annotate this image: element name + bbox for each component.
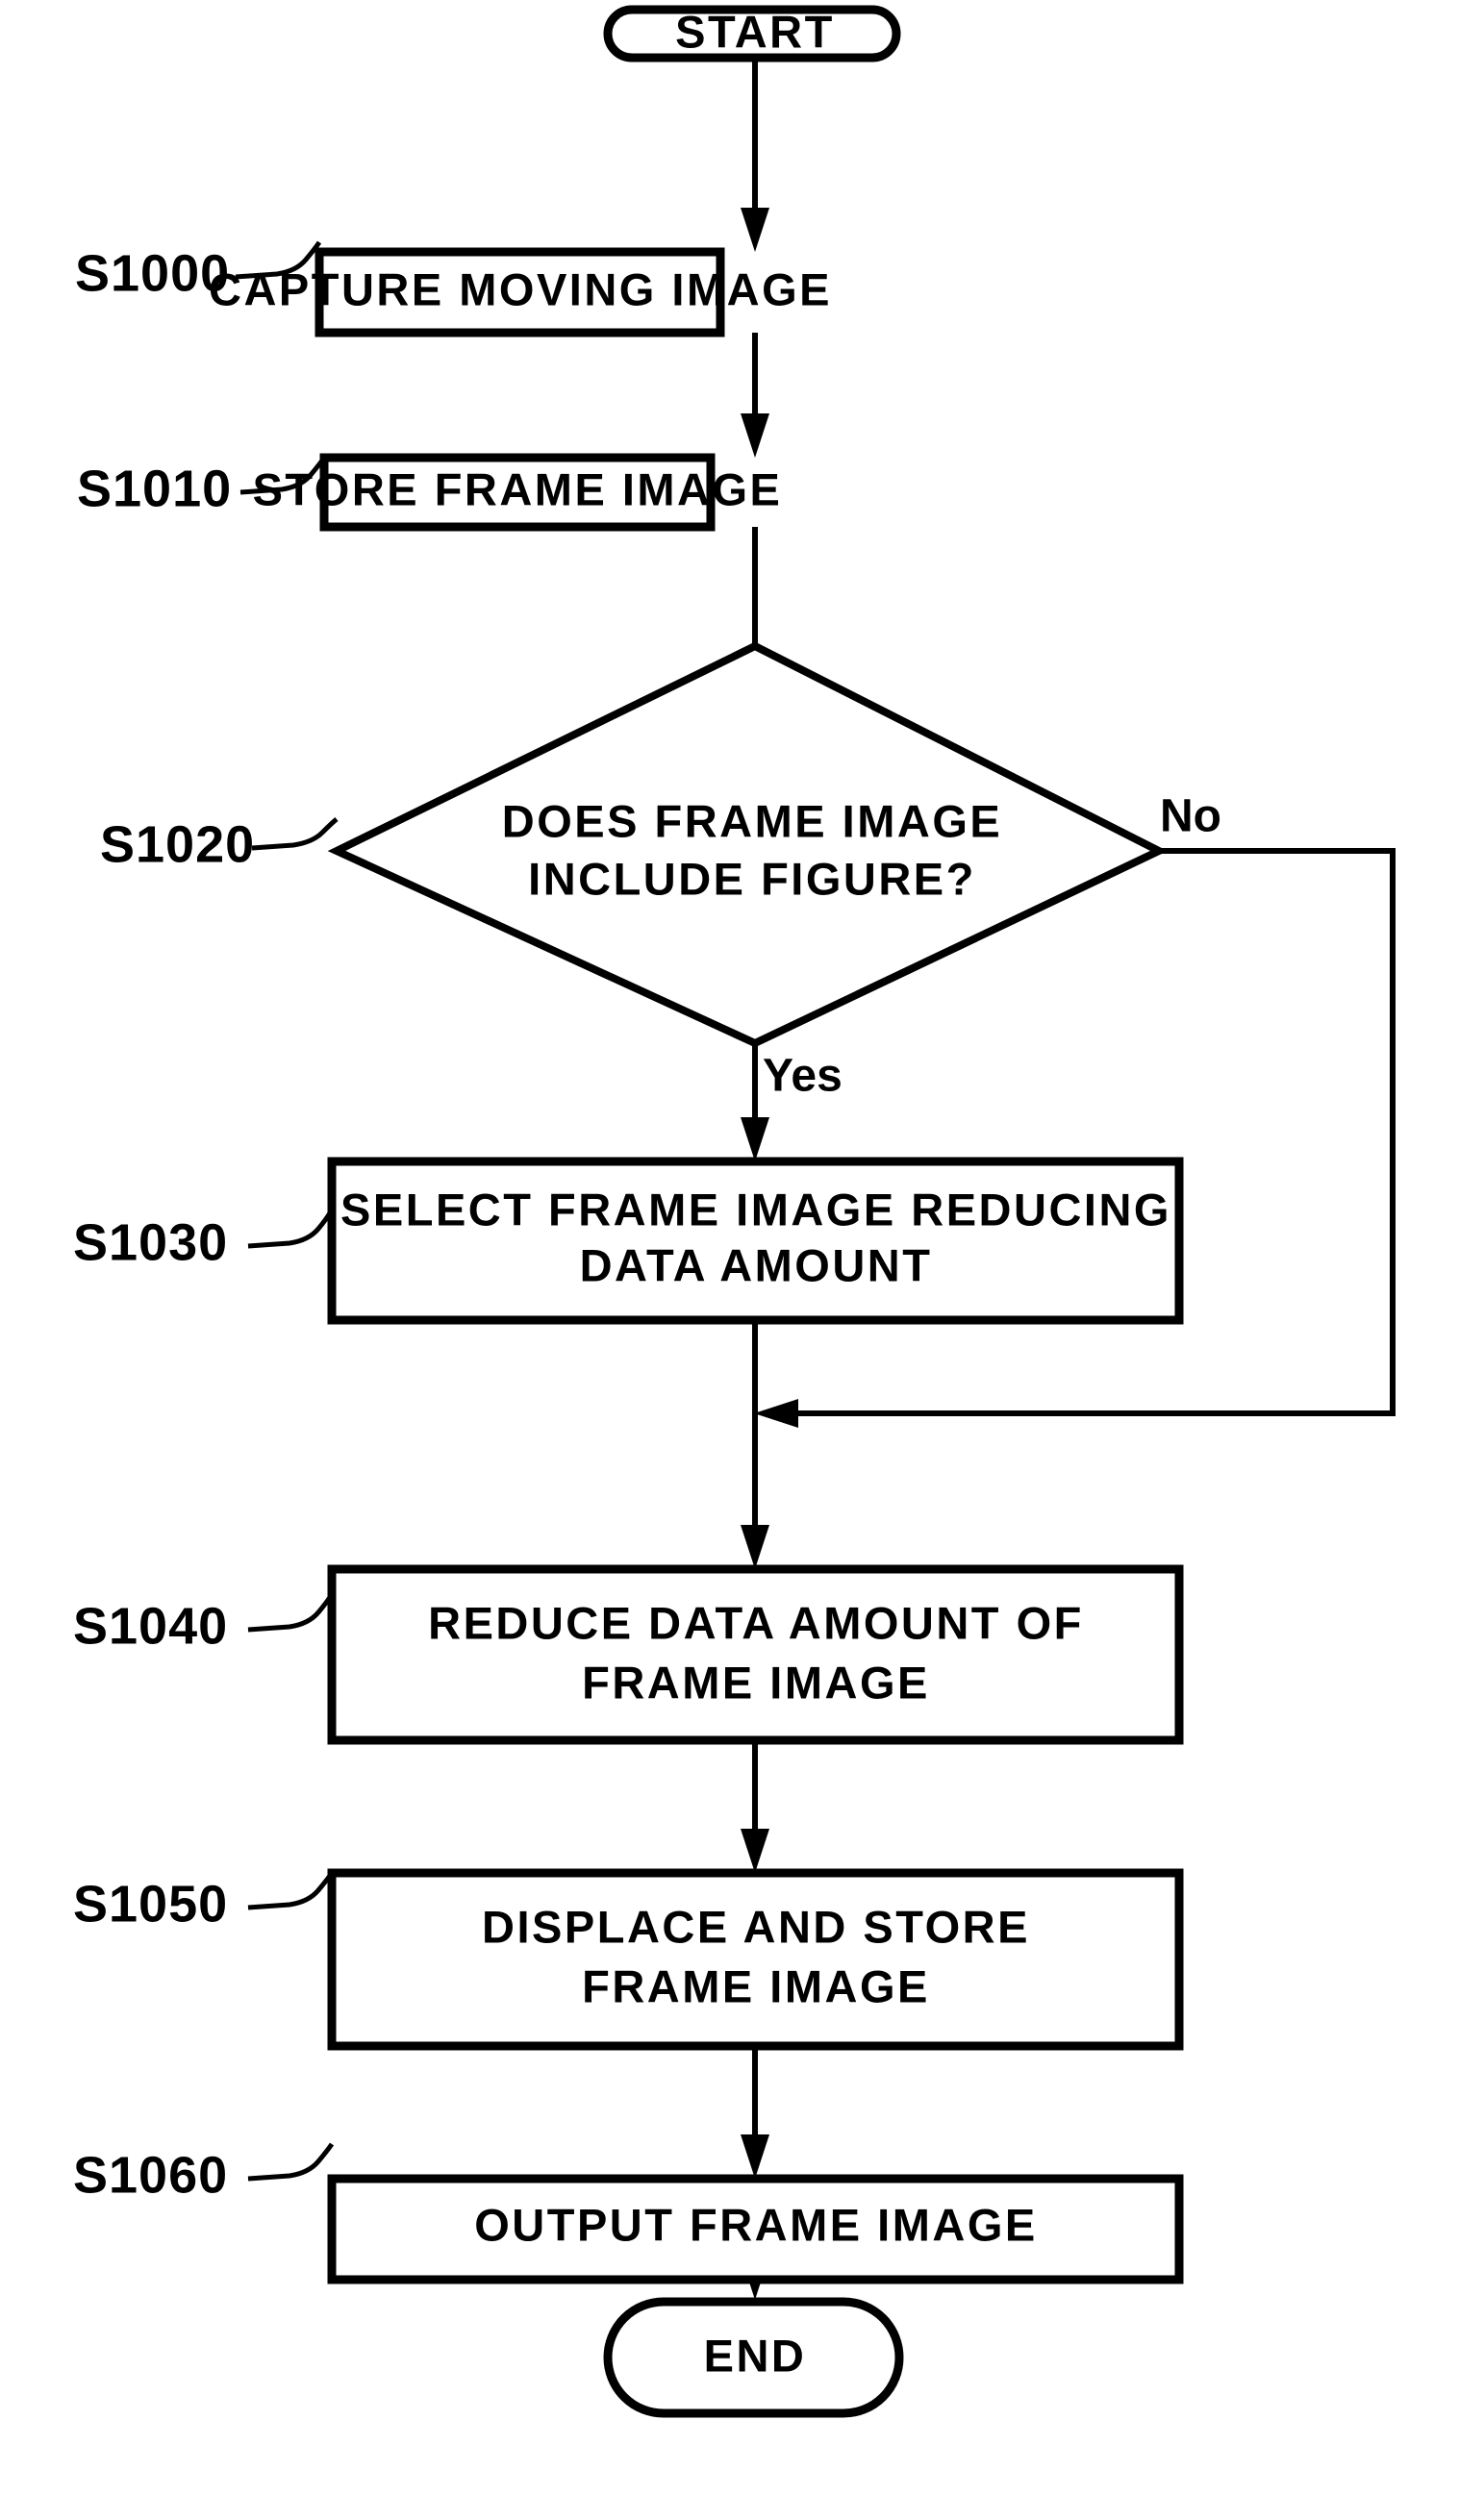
node-end[interactable]: END	[603, 2297, 904, 2418]
node-s1020-label-line1: DOES FRAME IMAGE	[502, 795, 1002, 846]
node-s1060[interactable]: OUTPUT FRAME IMAGE	[327, 2174, 1184, 2284]
node-s1020-label-line2: INCLUDE FIGURE?	[528, 853, 976, 904]
leader-line-s1060	[247, 2142, 335, 2182]
leader-line-s1030	[247, 1208, 335, 1249]
node-s1040-label-line2: FRAME IMAGE	[582, 1657, 930, 1708]
leader-line-s1040	[247, 1592, 335, 1633]
node-start[interactable]: START	[603, 5, 901, 62]
connector-s1040-to-s1050	[741, 1740, 769, 1873]
leader-line-s1020	[251, 817, 339, 851]
node-start-label: START	[675, 6, 835, 57]
step-label-s1000: S1000	[75, 244, 230, 302]
step-label-s1060: S1060	[73, 2146, 228, 2204]
node-s1040-label-line1: REDUCE DATA AMOUNT OF	[428, 1597, 1084, 1648]
node-s1000[interactable]: CAPTURE MOVING IMAGE	[209, 247, 832, 337]
connector-s1000-to-s1010	[741, 333, 769, 458]
node-s1040[interactable]: REDUCE DATA AMOUNT OF FRAME IMAGE	[327, 1564, 1184, 1745]
node-s1020[interactable]: DOES FRAME IMAGE INCLUDE FIGURE?	[327, 641, 1169, 1048]
flowchart-canvas: START CAPTURE MOVING IMAGE S1000 STORE F…	[0, 0, 1459, 2520]
leader-line-s1050	[247, 1871, 335, 1910]
step-label-s1010: S1010	[77, 460, 232, 517]
connector-s1030-to-s1040	[741, 1320, 769, 1569]
node-s1050-label-line1: DISPLACE AND STORE	[482, 1901, 1030, 1952]
flowchart-svg: START CAPTURE MOVING IMAGE S1000 STORE F…	[73, 5, 1396, 2418]
node-s1010[interactable]: STORE FRAME IMAGE	[253, 453, 783, 532]
node-s1050-label-line2: FRAME IMAGE	[582, 1960, 930, 2011]
step-label-s1040: S1040	[73, 1597, 228, 1655]
node-s1010-label: STORE FRAME IMAGE	[253, 463, 783, 514]
step-label-s1020: S1020	[100, 815, 255, 873]
node-s1030-label-line1: SELECT FRAME IMAGE REDUCING	[340, 1184, 1171, 1235]
node-s1030-label-line2: DATA AMOUNT	[580, 1239, 933, 1290]
connector-s1050-to-s1060	[741, 2046, 769, 2179]
node-end-label: END	[704, 2330, 807, 2381]
connector-start-to-s1000	[741, 58, 769, 252]
node-s1000-label: CAPTURE MOVING IMAGE	[209, 263, 832, 314]
branch-label-yes: Yes	[763, 1051, 843, 1102]
branch-label-no: No	[1160, 791, 1221, 842]
node-s1060-label: OUTPUT FRAME IMAGE	[474, 2199, 1037, 2250]
node-s1050[interactable]: DISPLACE AND STORE FRAME IMAGE	[327, 1868, 1184, 2051]
step-label-s1050: S1050	[73, 1875, 228, 1933]
step-label-s1030: S1030	[73, 1213, 228, 1271]
node-s1030[interactable]: SELECT FRAME IMAGE REDUCING DATA AMOUNT	[327, 1157, 1184, 1325]
